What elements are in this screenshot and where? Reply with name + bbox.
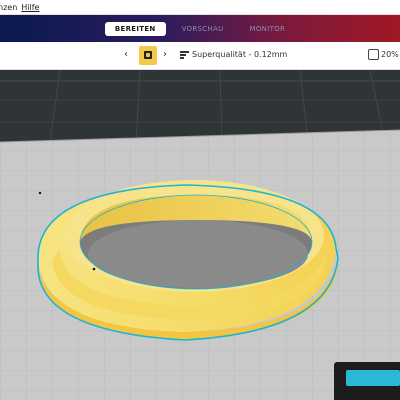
chevron-left-icon[interactable]: ‹ bbox=[124, 50, 128, 60]
3d-viewport[interactable] bbox=[0, 70, 400, 400]
chevron-right-icon[interactable]: › bbox=[163, 50, 167, 60]
scene-svg[interactable] bbox=[0, 70, 400, 400]
menu-bar: nzen Hilfe bbox=[0, 0, 400, 15]
toolbar: ‹ › Superqualität - 0.12mm 20% bbox=[0, 42, 400, 70]
ring-marker bbox=[92, 267, 96, 271]
menu-item-help[interactable]: Hilfe bbox=[21, 3, 39, 12]
bed-marker bbox=[38, 191, 42, 195]
menu-item-settings[interactable]: nzen bbox=[0, 3, 17, 12]
wall-grid bbox=[0, 80, 400, 82]
stage-switcher: BEREITEN VORSCHAU MONITOR bbox=[104, 21, 296, 36]
infill-icon bbox=[368, 49, 379, 60]
stage-tab-monitor[interactable]: MONITOR bbox=[240, 22, 296, 36]
print-settings-button[interactable]: Superqualität - 0.12mm bbox=[192, 50, 287, 59]
ring-model[interactable] bbox=[37, 180, 339, 341]
quality-profile-icon bbox=[180, 51, 189, 60]
infill-value[interactable]: 20% bbox=[381, 50, 399, 59]
stage-tab-preview[interactable]: VORSCHAU bbox=[172, 22, 234, 36]
stage-header: BEREITEN VORSCHAU MONITOR bbox=[0, 15, 400, 42]
slice-button[interactable] bbox=[346, 370, 400, 386]
printer-glyph bbox=[144, 51, 152, 59]
stage-tab-prepare[interactable]: BEREITEN bbox=[104, 21, 166, 36]
